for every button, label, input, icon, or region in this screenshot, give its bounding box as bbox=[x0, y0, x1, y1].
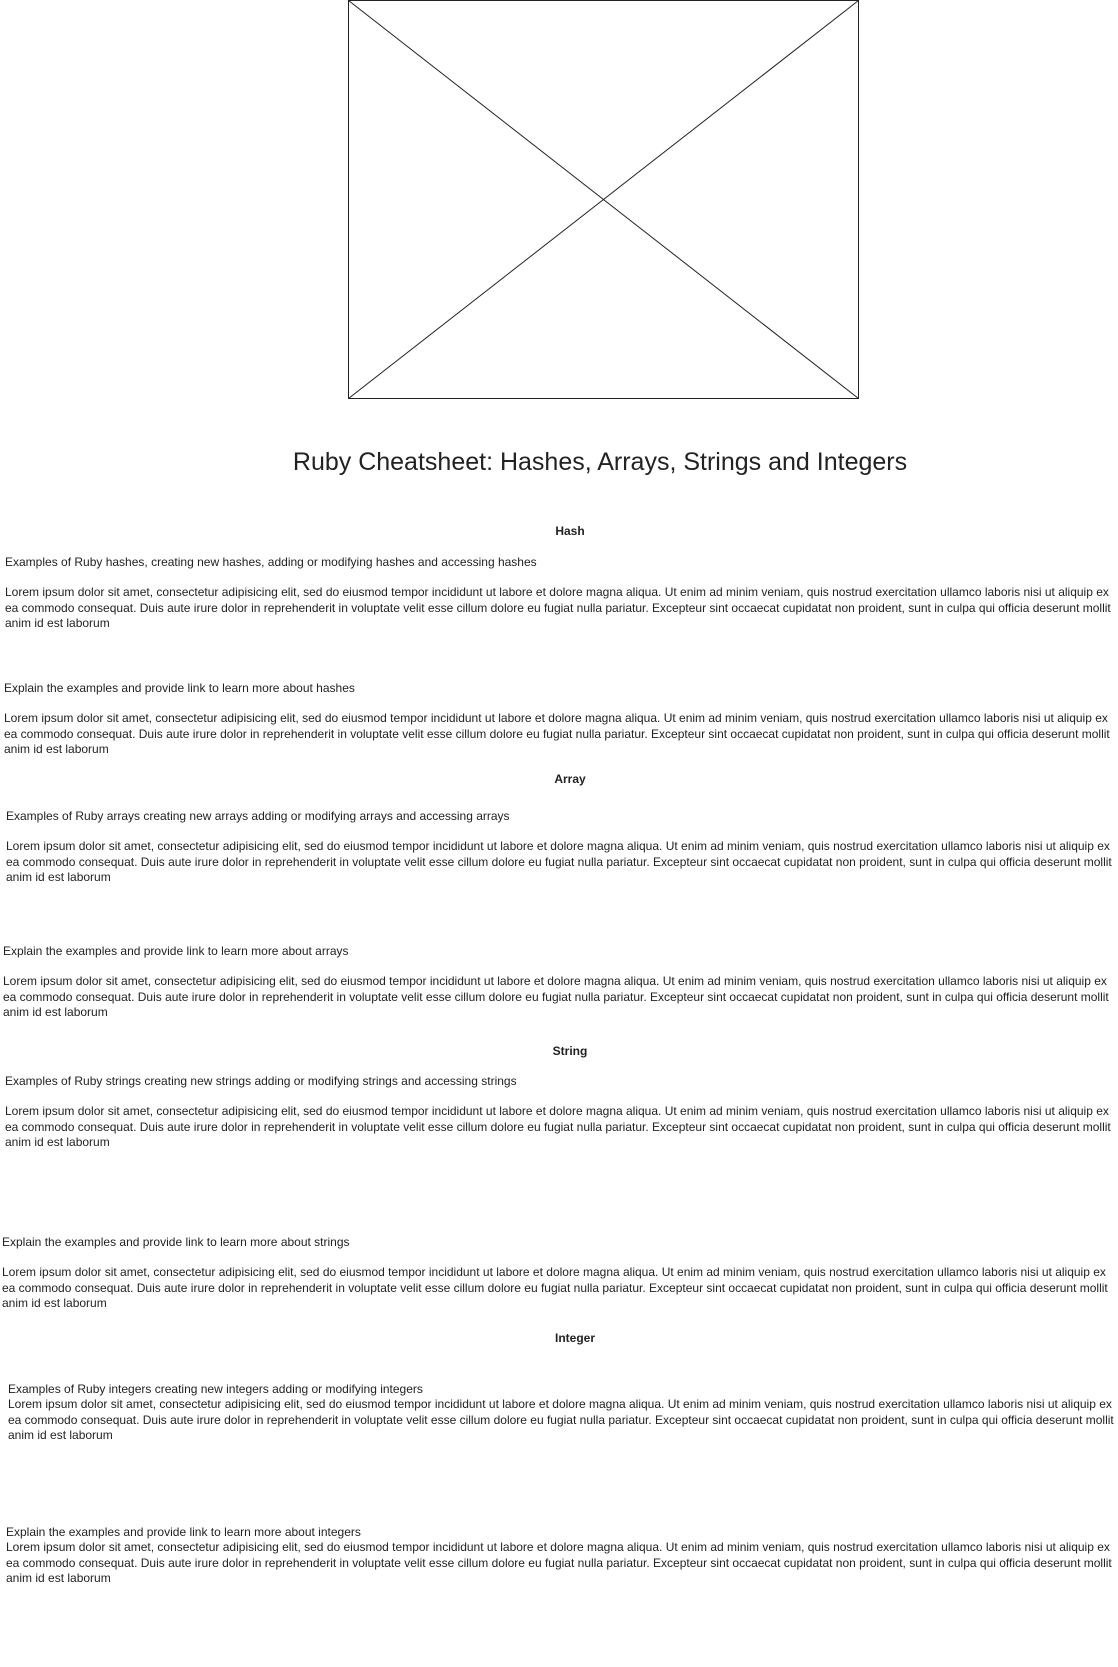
integer-examples-caption: Examples of Ruby integers creating new i… bbox=[8, 1382, 423, 1396]
section-heading-hash: Hash bbox=[555, 524, 585, 538]
hash-examples-caption: Examples of Ruby hashes, creating new ha… bbox=[5, 555, 537, 569]
string-explain-text: Lorem ipsum dolor sit amet, consectetur … bbox=[2, 1265, 1108, 1311]
hash-explain-caption: Explain the examples and provide link to… bbox=[4, 681, 355, 695]
integer-explain-text: Lorem ipsum dolor sit amet, consectetur … bbox=[6, 1540, 1112, 1586]
array-examples-caption: Examples of Ruby arrays creating new arr… bbox=[6, 809, 510, 823]
integer-explain-caption: Explain the examples and provide link to… bbox=[6, 1525, 361, 1539]
page-title: Ruby Cheatsheet: Hashes, Arrays, Strings… bbox=[292, 448, 908, 476]
array-examples-text: Lorem ipsum dolor sit amet, consectetur … bbox=[6, 839, 1112, 885]
hash-examples-text: Lorem ipsum dolor sit amet, consectetur … bbox=[5, 585, 1111, 631]
integer-examples-text: Lorem ipsum dolor sit amet, consectetur … bbox=[8, 1397, 1114, 1443]
array-explain-text: Lorem ipsum dolor sit amet, consectetur … bbox=[3, 974, 1109, 1020]
string-examples-text: Lorem ipsum dolor sit amet, consectetur … bbox=[5, 1104, 1111, 1150]
image-placeholder bbox=[348, 0, 859, 399]
hash-explain-text: Lorem ipsum dolor sit amet, consectetur … bbox=[4, 711, 1110, 757]
string-examples-caption: Examples of Ruby strings creating new st… bbox=[5, 1074, 517, 1088]
image-placeholder-icon bbox=[348, 0, 859, 399]
string-explain-caption: Explain the examples and provide link to… bbox=[2, 1235, 350, 1249]
array-explain-caption: Explain the examples and provide link to… bbox=[3, 944, 349, 958]
section-heading-string: String bbox=[552, 1044, 588, 1058]
section-heading-array: Array bbox=[554, 772, 586, 786]
section-heading-integer: Integer bbox=[554, 1331, 595, 1345]
